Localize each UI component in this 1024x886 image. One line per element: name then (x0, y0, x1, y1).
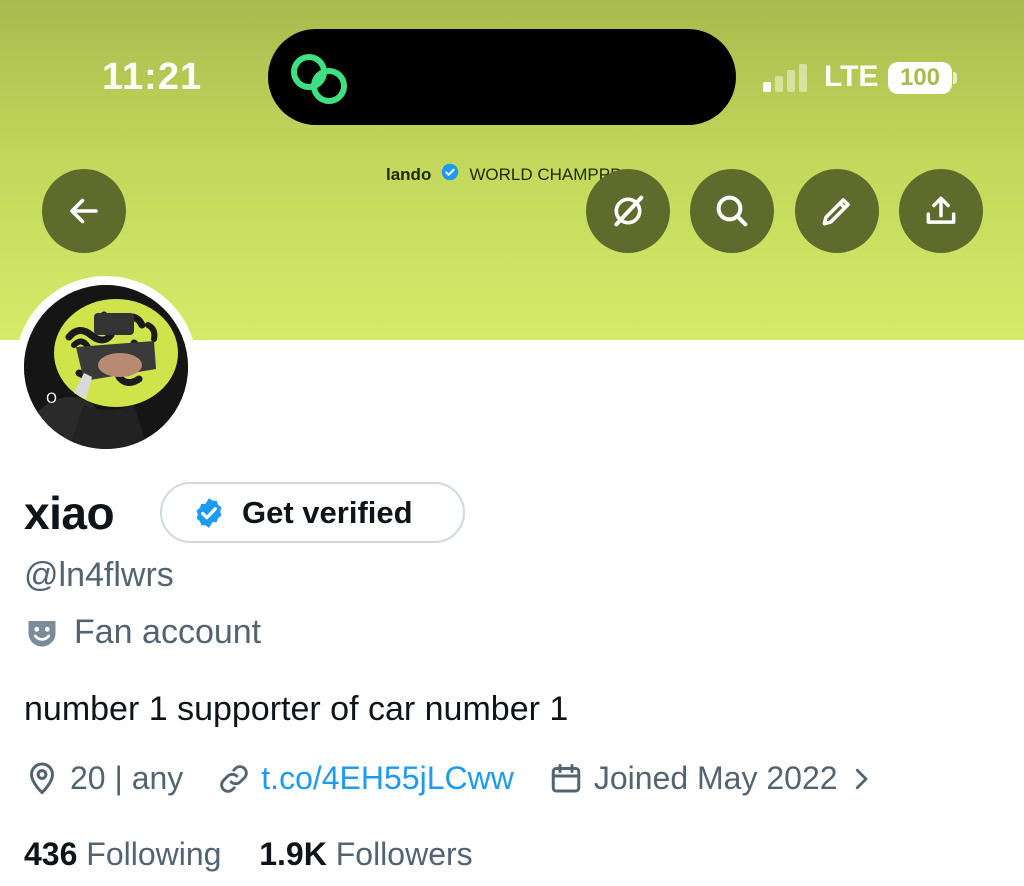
category-label: Fan account (74, 613, 262, 651)
grok-icon (614, 195, 644, 227)
following-link[interactable]: 436 Following (24, 836, 230, 872)
display-name: xiao (24, 487, 115, 539)
signal-icon (763, 64, 807, 92)
followers-link[interactable]: 1.9K Followers (259, 836, 472, 872)
get-verified-label: Get verified (242, 494, 413, 530)
joined-text: Joined May 2022 (593, 760, 838, 796)
search-icon (716, 195, 748, 227)
location-text: 20 | any (70, 760, 184, 796)
pencil-icon (822, 198, 850, 226)
profile-meta: 20 | any t.co/4EH55jLCww Joined May 2022 (24, 760, 876, 797)
status-time: 11:21 (102, 56, 203, 98)
website[interactable]: t.co/4EH55jLCww (217, 760, 514, 797)
bio: number 1 supporter of car number 1 (24, 690, 569, 728)
svg-text:O: O (46, 391, 57, 407)
user-handle: @ln4flwrs (24, 556, 174, 594)
arrow-left-icon (70, 198, 98, 224)
profile-category: Fan account (24, 613, 261, 652)
calendar-icon (551, 763, 581, 792)
verified-badge-icon (441, 163, 459, 186)
header-title: lando WORLD CHAMPPP (386, 163, 621, 186)
followers-label: Followers (335, 836, 473, 872)
location-pin-icon (29, 762, 55, 795)
header-name: lando (386, 164, 432, 184)
avatar-image: O (24, 285, 188, 449)
chevron-right-icon (855, 768, 867, 789)
link-icon (220, 764, 248, 793)
battery-level: 100 (888, 62, 952, 94)
edit-button[interactable] (795, 169, 879, 253)
website-link[interactable]: t.co/4EH55jLCww (261, 760, 514, 797)
battery-tip (953, 72, 957, 84)
joined-date[interactable]: Joined May 2022 (548, 760, 876, 797)
share-icon (926, 196, 956, 224)
back-button[interactable] (42, 169, 126, 253)
get-verified-button[interactable]: Get verified (160, 482, 465, 543)
location: 20 | any (24, 760, 183, 797)
followers-count: 1.9K (259, 836, 327, 872)
search-button[interactable] (690, 169, 774, 253)
following-count: 436 (24, 836, 78, 872)
verified-badge-icon (196, 497, 222, 528)
link-app-icon (291, 54, 347, 104)
following-label: Following (86, 836, 222, 872)
network-type: LTE (824, 60, 879, 93)
dynamic-island (268, 29, 736, 125)
follow-stats: 436 Following 1.9K Followers (24, 836, 473, 873)
theater-masks-icon (28, 620, 56, 646)
grok-button[interactable] (586, 169, 670, 253)
avatar[interactable]: O (24, 285, 188, 449)
share-button[interactable] (899, 169, 983, 253)
